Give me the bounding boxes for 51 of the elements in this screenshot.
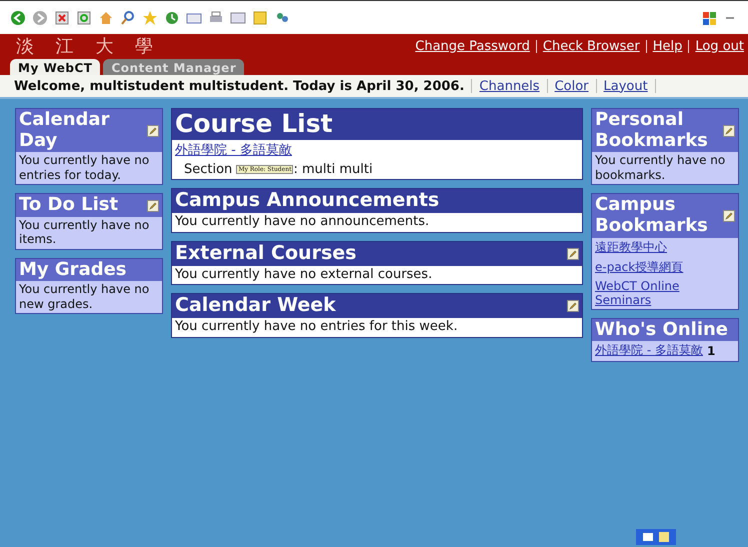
panel-title: To Do List [19, 195, 118, 216]
header-link[interactable]: Check Browser [542, 38, 640, 54]
panel-title: External Courses [175, 242, 356, 265]
star-icon[interactable] [142, 10, 158, 26]
panel-title: Who's Online [595, 320, 728, 340]
header-link[interactable]: Log out [695, 38, 744, 54]
pencil-icon[interactable] [567, 300, 579, 312]
panel-title: Course List [175, 110, 333, 139]
header-link[interactable]: Help [652, 38, 682, 54]
panel-text: You currently have no entries for this week. [175, 319, 459, 335]
university-logo-text: 淡 江 大 學 [16, 35, 162, 58]
panel-title: Calendar Week [175, 295, 336, 318]
windows-logo-icon[interactable] [702, 10, 718, 26]
settings-link[interactable]: Color [554, 78, 589, 94]
stop-icon[interactable] [54, 10, 70, 26]
header-link[interactable]: Change Password [415, 38, 530, 54]
section-label: Section [184, 162, 234, 178]
panel-title: Campus Announcements [175, 190, 440, 212]
pencil-icon[interactable] [723, 124, 735, 137]
pencil-icon[interactable] [567, 248, 579, 260]
panel-text: You currently have no external courses. [175, 266, 434, 282]
settings-link[interactable]: Layout [604, 78, 648, 94]
link[interactable]: 外語學院 - 多語莫敵 [595, 342, 703, 360]
settings-link[interactable]: Channels [479, 78, 540, 94]
panel-title: Campus Bookmarks [595, 195, 709, 237]
pencil-icon[interactable] [147, 124, 159, 137]
panel-text: You currently have no bookmarks. [595, 153, 726, 182]
note-icon[interactable] [252, 10, 268, 26]
panel-text: You currently have no announcements. [175, 214, 430, 230]
language-bar[interactable] [636, 529, 676, 545]
panel-title: My Grades [19, 260, 127, 280]
search-icon[interactable] [120, 10, 136, 26]
link[interactable]: e-pack授導網頁 [595, 258, 735, 276]
history-icon[interactable] [164, 10, 180, 26]
pencil-icon[interactable] [723, 210, 735, 222]
section-name: : multi multi [293, 162, 373, 178]
panel-title: Personal Bookmarks [595, 110, 709, 152]
panel-text: You currently have no entries for today. [19, 153, 150, 182]
link[interactable]: 遠距教學中心 [595, 238, 735, 256]
panel-text: You currently have no new grades. [19, 282, 150, 312]
forward-icon[interactable] [32, 10, 48, 26]
panel-title: Calendar Day [19, 110, 110, 152]
tab[interactable]: My WebCT [10, 59, 100, 75]
pencil-icon[interactable] [147, 200, 159, 212]
back-icon[interactable] [10, 10, 26, 26]
link[interactable]: 外語學院 - 多語莫敵 [175, 140, 579, 159]
user-count: 1 [706, 344, 716, 358]
welcome-text: Welcome, multistudent multistudent. Today is April 30, 2006. [14, 78, 464, 94]
panel-text: You currently have no items. [19, 218, 150, 247]
link[interactable]: WebCT Online Seminars [595, 278, 735, 307]
refresh-icon[interactable] [76, 10, 92, 26]
